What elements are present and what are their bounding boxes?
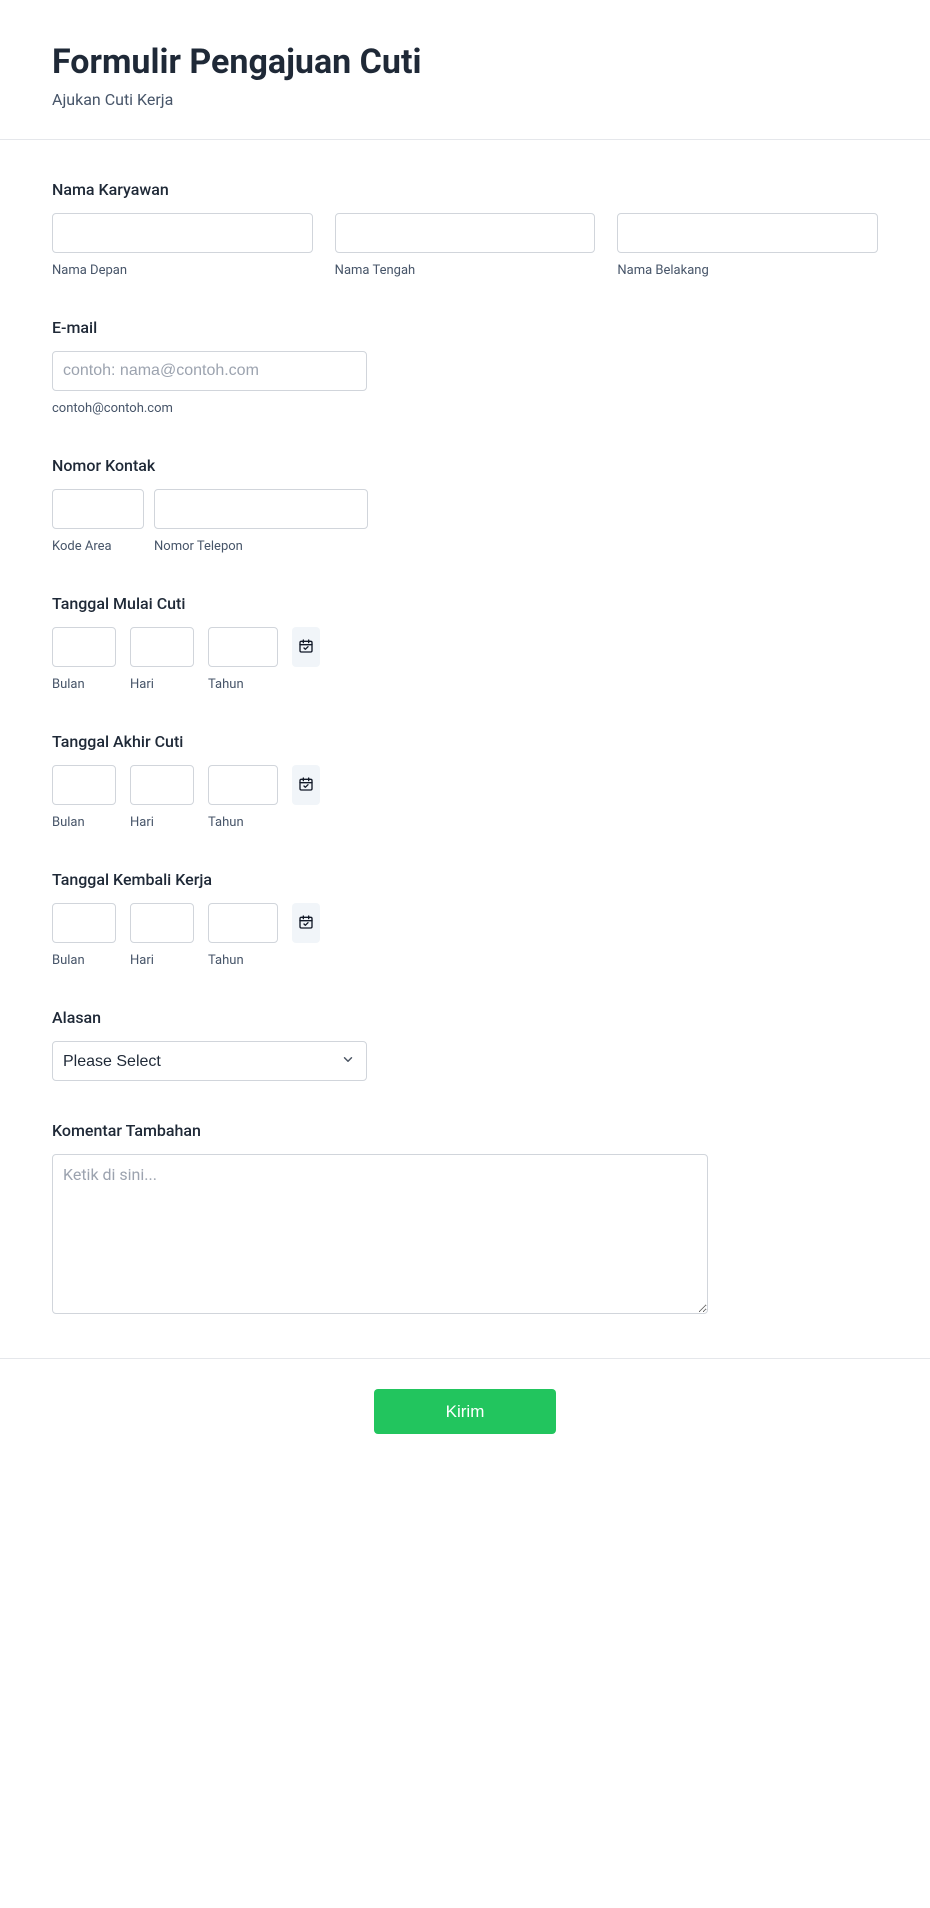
leave-start-year-sublabel: Tahun xyxy=(208,677,278,692)
leave-end-month-sublabel: Bulan xyxy=(52,815,116,830)
leave-start-month-input[interactable] xyxy=(52,627,116,667)
leave-start-day-input[interactable] xyxy=(130,627,194,667)
first-name-input[interactable] xyxy=(52,213,313,253)
calendar-icon xyxy=(298,776,314,795)
comments-group: Komentar Tambahan xyxy=(52,1121,878,1318)
employee-name-label: Nama Karyawan xyxy=(52,180,878,199)
first-name-sublabel: Nama Depan xyxy=(52,263,313,278)
phone-number-input[interactable] xyxy=(154,489,368,529)
middle-name-input[interactable] xyxy=(335,213,596,253)
calendar-icon xyxy=(298,914,314,933)
return-month-sublabel: Bulan xyxy=(52,953,116,968)
calendar-icon xyxy=(298,638,314,657)
email-input[interactable] xyxy=(52,351,367,391)
last-name-input[interactable] xyxy=(617,213,878,253)
phone-group: Nomor Kontak Kode Area Nomor Telepon xyxy=(52,456,878,554)
reason-select[interactable]: Please Select xyxy=(52,1041,367,1081)
return-year-sublabel: Tahun xyxy=(208,953,278,968)
leave-start-month-sublabel: Bulan xyxy=(52,677,116,692)
area-code-sublabel: Kode Area xyxy=(52,539,144,554)
return-date-label: Tanggal Kembali Kerja xyxy=(52,870,878,889)
leave-start-day-sublabel: Hari xyxy=(130,677,194,692)
leave-end-calendar-button[interactable] xyxy=(292,765,320,805)
leave-start-group: Tanggal Mulai Cuti Bulan Hari Tahun xyxy=(52,594,878,692)
reason-label: Alasan xyxy=(52,1008,878,1027)
return-day-input[interactable] xyxy=(130,903,194,943)
return-day-sublabel: Hari xyxy=(130,953,194,968)
leave-end-day-sublabel: Hari xyxy=(130,815,194,830)
return-calendar-button[interactable] xyxy=(292,903,320,943)
leave-end-year-sublabel: Tahun xyxy=(208,815,278,830)
leave-start-calendar-button[interactable] xyxy=(292,627,320,667)
leave-end-month-input[interactable] xyxy=(52,765,116,805)
return-year-input[interactable] xyxy=(208,903,278,943)
reason-group: Alasan Please Select xyxy=(52,1008,878,1081)
leave-end-day-input[interactable] xyxy=(130,765,194,805)
comments-label: Komentar Tambahan xyxy=(52,1121,878,1140)
area-code-input[interactable] xyxy=(52,489,144,529)
email-helper: contoh@contoh.com xyxy=(52,401,878,416)
leave-end-label: Tanggal Akhir Cuti xyxy=(52,732,878,751)
return-month-input[interactable] xyxy=(52,903,116,943)
comments-textarea[interactable] xyxy=(52,1154,708,1314)
phone-number-sublabel: Nomor Telepon xyxy=(154,539,368,554)
email-label: E-mail xyxy=(52,318,878,337)
employee-name-group: Nama Karyawan Nama Depan Nama Tengah Nam… xyxy=(52,180,878,278)
last-name-sublabel: Nama Belakang xyxy=(617,263,878,278)
phone-label: Nomor Kontak xyxy=(52,456,878,475)
leave-start-year-input[interactable] xyxy=(208,627,278,667)
middle-name-sublabel: Nama Tengah xyxy=(335,263,596,278)
submit-button[interactable]: Kirim xyxy=(374,1389,556,1434)
return-date-group: Tanggal Kembali Kerja Bulan Hari Tahun xyxy=(52,870,878,968)
leave-end-group: Tanggal Akhir Cuti Bulan Hari Tahun xyxy=(52,732,878,830)
page-title: Formulir Pengajuan Cuti xyxy=(52,42,878,82)
leave-start-label: Tanggal Mulai Cuti xyxy=(52,594,878,613)
page-subtitle: Ajukan Cuti Kerja xyxy=(52,90,878,109)
email-group: E-mail contoh@contoh.com xyxy=(52,318,878,416)
leave-end-year-input[interactable] xyxy=(208,765,278,805)
